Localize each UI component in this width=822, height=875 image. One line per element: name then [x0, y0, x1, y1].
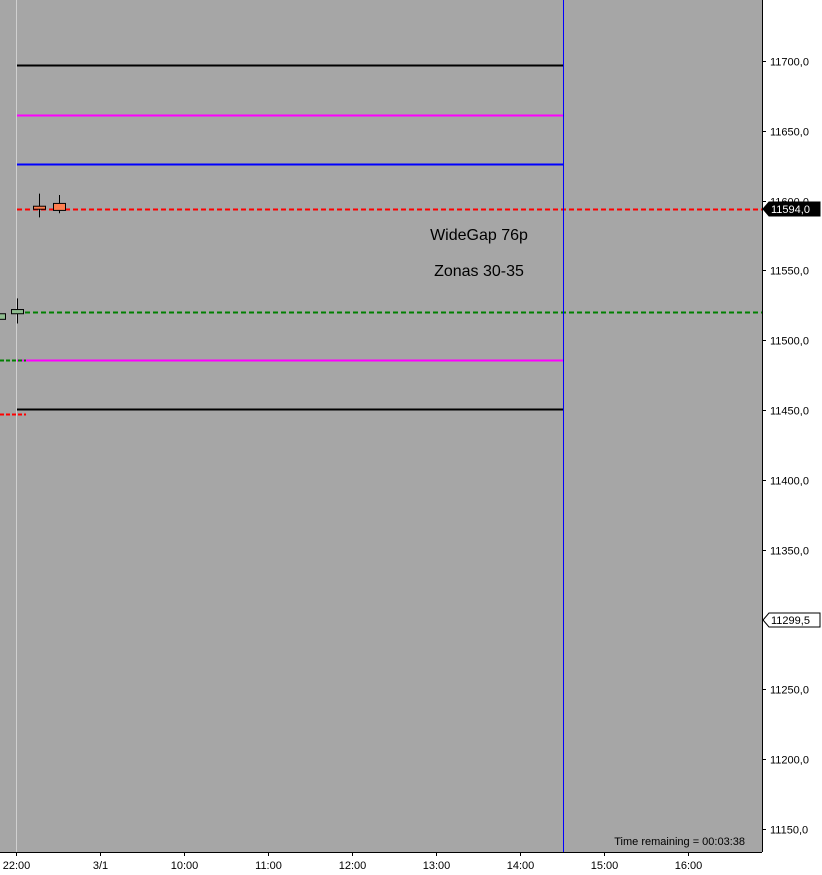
candle-body-3 [53, 202, 66, 211]
y-tick-label-9: 11250,0 [770, 685, 809, 697]
annotation-widegap: WideGap 76p [430, 227, 528, 244]
candle-body-0 [0, 313, 6, 320]
price-chart[interactable]: WideGap 76p Zonas 30-35 11700,0 11650,0 11… [0, 0, 822, 875]
x-tick-label-2: 10:00 [171, 860, 199, 872]
y-tick-label-10: 11200,0 [770, 755, 809, 767]
time-remaining-status: Time remaining = 00:03:38 [614, 836, 745, 848]
price-tag-label-1: 11299,5 [771, 615, 810, 627]
y-tick-label-0: 11700,0 [770, 57, 809, 69]
annotation-zonas: Zonas 30-35 [434, 263, 524, 280]
x-tick-label-0: 22:00 [3, 860, 31, 872]
y-tick-label-6: 11400,0 [770, 476, 809, 488]
y-tick-label-11: 11150,0 [770, 825, 808, 837]
y-tick-label-4: 11500,0 [770, 336, 809, 348]
x-tick-label-6: 14:00 [507, 860, 535, 872]
plot-background [0, 0, 762, 852]
y-tick-label-1: 11650,0 [770, 127, 809, 139]
y-tick-label-7: 11350,0 [770, 546, 809, 558]
y-tick-label-5: 11450,0 [770, 406, 809, 418]
y-tick-label-3: 11550,0 [770, 266, 809, 278]
x-tick-label-8: 16:00 [675, 860, 703, 872]
x-tick-label-5: 13:00 [423, 860, 451, 872]
candle-body-1 [11, 309, 24, 315]
price-tag-label-0: 11594,0 [771, 204, 810, 216]
x-tick-label-7: 15:00 [591, 860, 619, 872]
x-tick-label-3: 11:00 [255, 860, 282, 872]
x-tick-label-1: 3/1 [93, 860, 108, 872]
x-tick-label-4: 12:00 [339, 860, 367, 872]
candle-body-2 [33, 205, 46, 210]
